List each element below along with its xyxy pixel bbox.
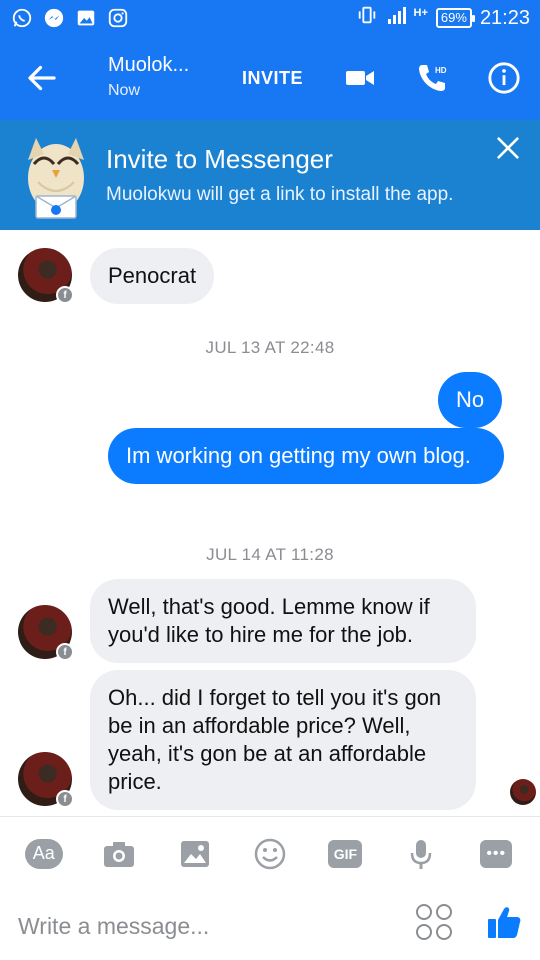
sticker-icon (416, 904, 432, 920)
owl-mascot-icon (14, 130, 98, 222)
incoming-message[interactable]: Penocrat (90, 248, 215, 304)
whatsapp-icon (10, 6, 34, 30)
contact-avatar[interactable]: f (18, 605, 74, 661)
gallery-notification-icon (74, 6, 98, 30)
back-button[interactable] (24, 60, 60, 96)
more-options-button[interactable]: ••• (476, 834, 516, 874)
sticker-icon (436, 904, 452, 920)
clock: 21:23 (479, 6, 530, 29)
emoji-button[interactable] (250, 834, 290, 874)
presence-status: Now (108, 82, 141, 99)
network-type-label: H+ (413, 7, 428, 19)
signal-icon (386, 5, 410, 31)
message-input[interactable] (18, 906, 398, 946)
voice-call-button[interactable]: HD (414, 60, 450, 96)
messenger-icon (42, 6, 66, 30)
info-icon (488, 62, 520, 94)
vibrate-icon (356, 4, 378, 32)
invite-banner[interactable]: Invite to Messenger Muolokwu will get a … (0, 120, 540, 230)
contact-avatar[interactable]: f (18, 248, 74, 304)
gif-icon: GIF (328, 839, 363, 868)
voice-message-button[interactable] (401, 834, 441, 874)
phone-hd-icon: HD (419, 65, 447, 91)
camera-button[interactable] (99, 834, 139, 874)
svg-text:HD: HD (435, 66, 447, 75)
conversation-header: Muolok... Now INVITE HD (0, 36, 540, 120)
sticker-icon (416, 924, 432, 940)
outgoing-message[interactable]: Im working on getting my own blog. (108, 428, 504, 484)
video-call-button[interactable] (342, 60, 378, 96)
banner-title: Invite to Messenger (106, 144, 333, 174)
text-format-button[interactable]: Aa (24, 834, 64, 874)
facebook-badge-icon: f (56, 286, 74, 304)
banner-subtitle: Muolokwu will get a link to install the … (106, 184, 454, 205)
camera-icon (104, 841, 135, 867)
close-icon (497, 137, 519, 159)
incoming-message[interactable]: Oh... did I forget to tell you it's gon … (90, 670, 476, 810)
outgoing-message[interactable]: No (438, 372, 503, 428)
dismiss-banner-button[interactable] (488, 128, 528, 168)
battery-indicator: 69% (435, 8, 475, 28)
status-bar: H+ 69% 21:23 (0, 0, 540, 36)
video-camera-icon (346, 71, 374, 85)
gallery-icon (180, 840, 209, 867)
conversation-info-button[interactable] (486, 60, 522, 96)
contact-name[interactable]: Muolok... (108, 54, 189, 77)
timestamp-divider: JUL 13 AT 22:48 (205, 338, 335, 357)
contact-avatar[interactable]: f (18, 752, 74, 808)
read-receipt-avatar (510, 779, 536, 805)
sticker-button[interactable] (416, 904, 452, 944)
gif-button[interactable]: GIF (325, 834, 365, 874)
text-format-icon: Aa (24, 838, 63, 869)
timestamp-divider: JUL 14 AT 11:28 (206, 545, 334, 564)
more-icon: ••• (480, 839, 513, 868)
arrow-left-icon (28, 65, 56, 91)
instagram-icon (106, 6, 130, 30)
emoji-icon (254, 838, 286, 869)
composer (0, 890, 540, 960)
invite-button[interactable]: INVITE (242, 68, 303, 89)
sticker-icon (436, 924, 452, 940)
message-list[interactable]: f Penocrat JUL 13 AT 22:48 No Im working… (0, 230, 540, 816)
thumbs-up-icon (488, 907, 521, 938)
composer-toolbar: Aa GIF ••• (0, 816, 540, 890)
facebook-badge-icon: f (56, 643, 74, 661)
microphone-icon (410, 839, 432, 869)
like-button[interactable] (486, 904, 526, 944)
gallery-button[interactable] (175, 834, 215, 874)
incoming-message[interactable]: Well, that's good. Lemme know if you'd l… (90, 579, 476, 663)
facebook-badge-icon: f (56, 790, 74, 808)
